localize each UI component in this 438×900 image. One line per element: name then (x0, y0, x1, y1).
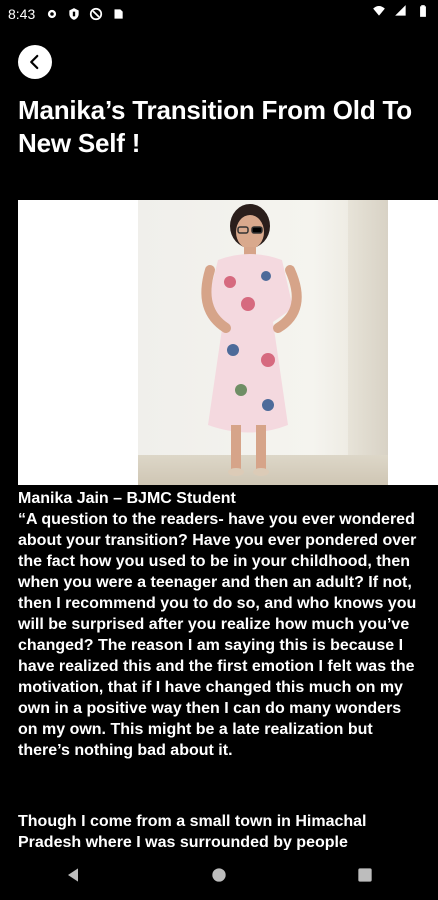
page-title: Manika’s Transition From Old To New Self… (18, 95, 412, 158)
gear-icon (48, 9, 57, 19)
wifi-icon (373, 6, 385, 16)
status-time: 8:43 (8, 6, 36, 22)
nav-recents-button[interactable] (345, 855, 385, 895)
back-button[interactable] (18, 45, 52, 79)
sd-card-icon (114, 9, 123, 19)
status-bar: 8:43 (0, 0, 438, 28)
do-not-disturb-icon (90, 7, 103, 21)
person-illustration (201, 204, 302, 476)
article-hero-image (18, 200, 438, 485)
status-icons-right (372, 4, 430, 18)
navigation-bar (0, 850, 438, 900)
article-paragraph-1: “A question to the readers- have you eve… (18, 511, 417, 759)
photo-of-student (138, 200, 388, 485)
image-caption: Manika Jain – BJMC Student (18, 490, 236, 507)
battery-icon (420, 5, 426, 17)
chevron-left-icon (30, 54, 39, 70)
back-triangle-icon (68, 868, 78, 882)
article-paragraph-2: Though I come from a small town in Himac… (18, 813, 367, 851)
status-icons-left (45, 7, 125, 21)
nav-back-button[interactable] (53, 855, 93, 895)
shield-icon (69, 8, 79, 20)
signal-icon (395, 5, 406, 16)
nav-home-button[interactable] (199, 855, 239, 895)
home-circle-icon (212, 868, 226, 882)
recents-square-icon (358, 868, 372, 882)
